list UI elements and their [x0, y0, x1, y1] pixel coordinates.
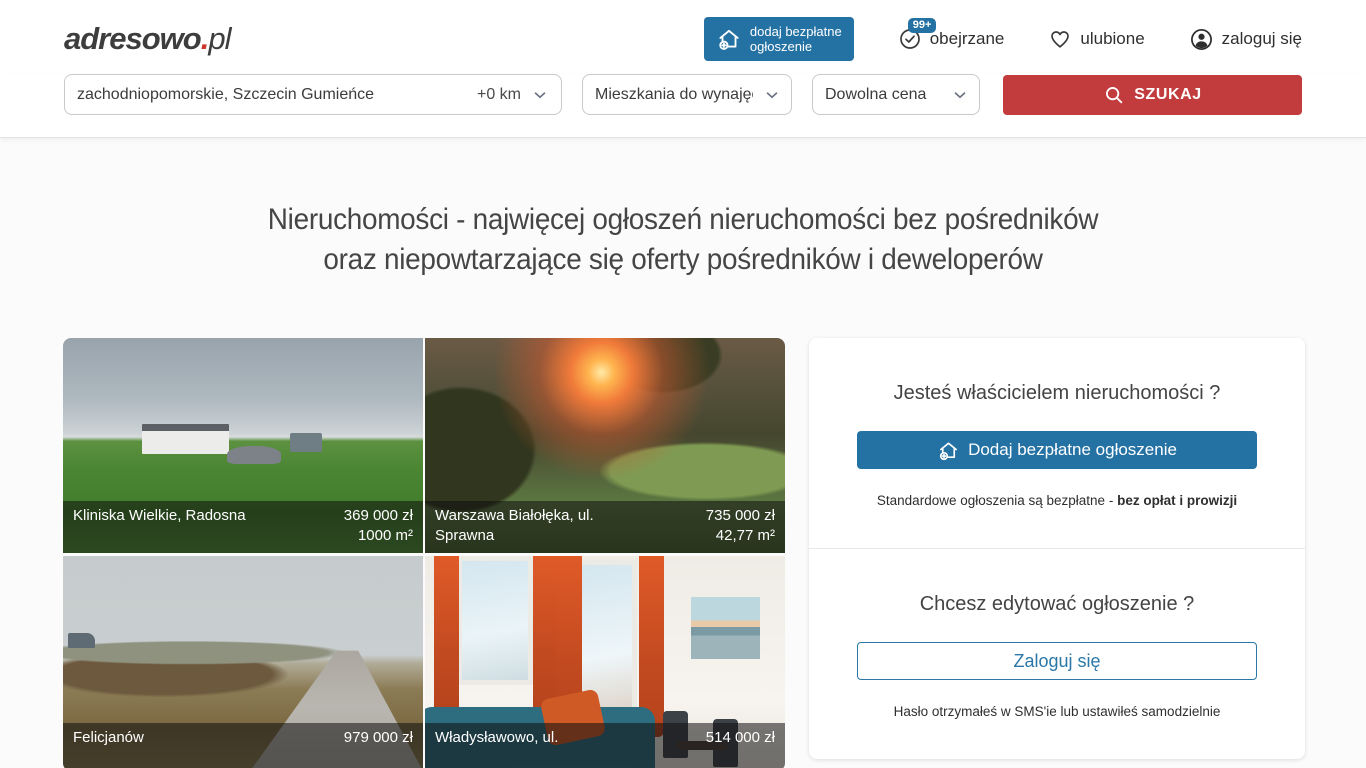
- location-input[interactable]: zachodniopomorskie, Szczecin Gumieńce +0…: [64, 74, 562, 115]
- house-plus-icon: [937, 439, 960, 462]
- search-button-label: SZUKAJ: [1134, 86, 1202, 104]
- price-select[interactable]: Dowolna cena: [812, 74, 980, 115]
- header: adresowo.pl dodaj bezpłatne ogłos: [0, 0, 1366, 138]
- listing-card[interactable]: Kliniska Wielkie, Radosna 369 000 zł 100…: [63, 338, 423, 553]
- listing-caption: Kliniska Wielkie, Radosna 369 000 zł 100…: [63, 501, 423, 553]
- sidebar: Jesteś właścicielem nieruchomości ? Doda…: [809, 338, 1305, 768]
- listing-location: Kliniska Wielkie, Radosna: [73, 506, 246, 546]
- category-value: Mieszkania do wynajęcia: [595, 86, 753, 104]
- listing-location: Felicjanów: [73, 728, 144, 764]
- favorites-label: ulubione: [1080, 29, 1144, 49]
- owner-section: Jesteś właścicielem nieruchomości ? Doda…: [809, 338, 1305, 548]
- listing-area: 42,77 m²: [716, 527, 775, 544]
- favorites-link[interactable]: ulubione: [1048, 27, 1144, 51]
- listing-card[interactable]: Władysławowo, ul. 514 000 zł: [425, 556, 785, 768]
- login-label: zaloguj się: [1222, 29, 1302, 49]
- chevron-down-icon: [951, 86, 969, 104]
- listing-caption: Felicjanów 979 000 zł: [63, 723, 423, 768]
- add-listing-button[interactable]: dodaj bezpłatne ogłoszenie: [704, 17, 854, 61]
- listing-grid: Kliniska Wielkie, Radosna 369 000 zł 100…: [63, 338, 785, 768]
- main-content: Kliniska Wielkie, Radosna 369 000 zł 100…: [0, 280, 1366, 768]
- search-bar: zachodniopomorskie, Szczecin Gumieńce +0…: [0, 74, 1366, 138]
- chevron-down-icon: [763, 86, 781, 104]
- listing-price: 514 000 zł: [706, 729, 775, 746]
- sidebar-add-listing-label: Dodaj bezpłatne ogłoszenie: [968, 440, 1177, 460]
- listing-location: Władysławowo, ul.: [435, 728, 558, 764]
- listing-price: 369 000 zł: [344, 507, 413, 524]
- sidebar-login-button[interactable]: Zaloguj się: [857, 642, 1257, 680]
- listing-caption: Warszawa Białołęka, ul. Sprawna 735 000 …: [425, 501, 785, 553]
- radius-dropdown[interactable]: +0 km: [477, 86, 549, 104]
- owner-heading: Jesteś właścicielem nieruchomości ?: [857, 382, 1257, 405]
- logo-main: adresowo: [64, 21, 201, 56]
- owner-note: Standardowe ogłoszenia są bezpłatne - be…: [857, 493, 1257, 508]
- owner-panel: Jesteś właścicielem nieruchomości ? Doda…: [809, 338, 1305, 759]
- location-value: zachodniopomorskie, Szczecin Gumieńce: [77, 86, 374, 104]
- page: adresowo.pl dodaj bezpłatne ogłos: [0, 0, 1366, 768]
- logo-tld: pl: [208, 21, 230, 56]
- page-title: Nieruchomości - najwięcej ogłoszeń nieru…: [48, 200, 1318, 280]
- listing-area: 1000 m²: [358, 527, 413, 544]
- heart-icon: [1048, 27, 1072, 51]
- radius-value: +0 km: [477, 86, 521, 104]
- sidebar-add-listing-button[interactable]: Dodaj bezpłatne ogłoszenie: [857, 431, 1257, 469]
- logo[interactable]: adresowo.pl: [64, 21, 230, 57]
- listing-price: 979 000 zł: [344, 729, 413, 746]
- search-icon: [1103, 84, 1125, 106]
- listing-card[interactable]: Felicjanów 979 000 zł: [63, 556, 423, 768]
- edit-heading: Chcesz edytować ogłoszenie ?: [857, 593, 1257, 616]
- search-button[interactable]: SZUKAJ: [1003, 75, 1302, 115]
- viewed-count-badge: 99+: [908, 18, 937, 33]
- viewed-label: obejrzane: [930, 29, 1005, 49]
- header-actions: dodaj bezpłatne ogłoszenie 99+ obejrzane: [704, 17, 1302, 61]
- edit-note: Hasło otrzymałeś w SMS'ie lub ustawiłeś …: [857, 704, 1257, 719]
- listing-card[interactable]: Warszawa Białołęka, ul. Sprawna 735 000 …: [425, 338, 785, 553]
- viewed-link[interactable]: 99+ obejrzane: [898, 27, 1005, 51]
- price-value: Dowolna cena: [825, 86, 926, 104]
- chevron-down-icon: [531, 86, 549, 104]
- category-select[interactable]: Mieszkania do wynajęcia: [582, 74, 792, 115]
- add-listing-label: dodaj bezpłatne ogłoszenie: [750, 24, 842, 54]
- check-circle-icon: 99+: [898, 27, 922, 51]
- user-circle-icon: [1189, 27, 1214, 52]
- listing-caption: Władysławowo, ul. 514 000 zł: [425, 723, 785, 768]
- edit-section: Chcesz edytować ogłoszenie ? Zaloguj się…: [809, 548, 1305, 759]
- house-plus-icon: [716, 26, 742, 52]
- listing-location: Warszawa Białołęka, ul. Sprawna: [435, 506, 632, 546]
- login-link[interactable]: zaloguj się: [1189, 27, 1302, 52]
- listing-price: 735 000 zł: [706, 507, 775, 524]
